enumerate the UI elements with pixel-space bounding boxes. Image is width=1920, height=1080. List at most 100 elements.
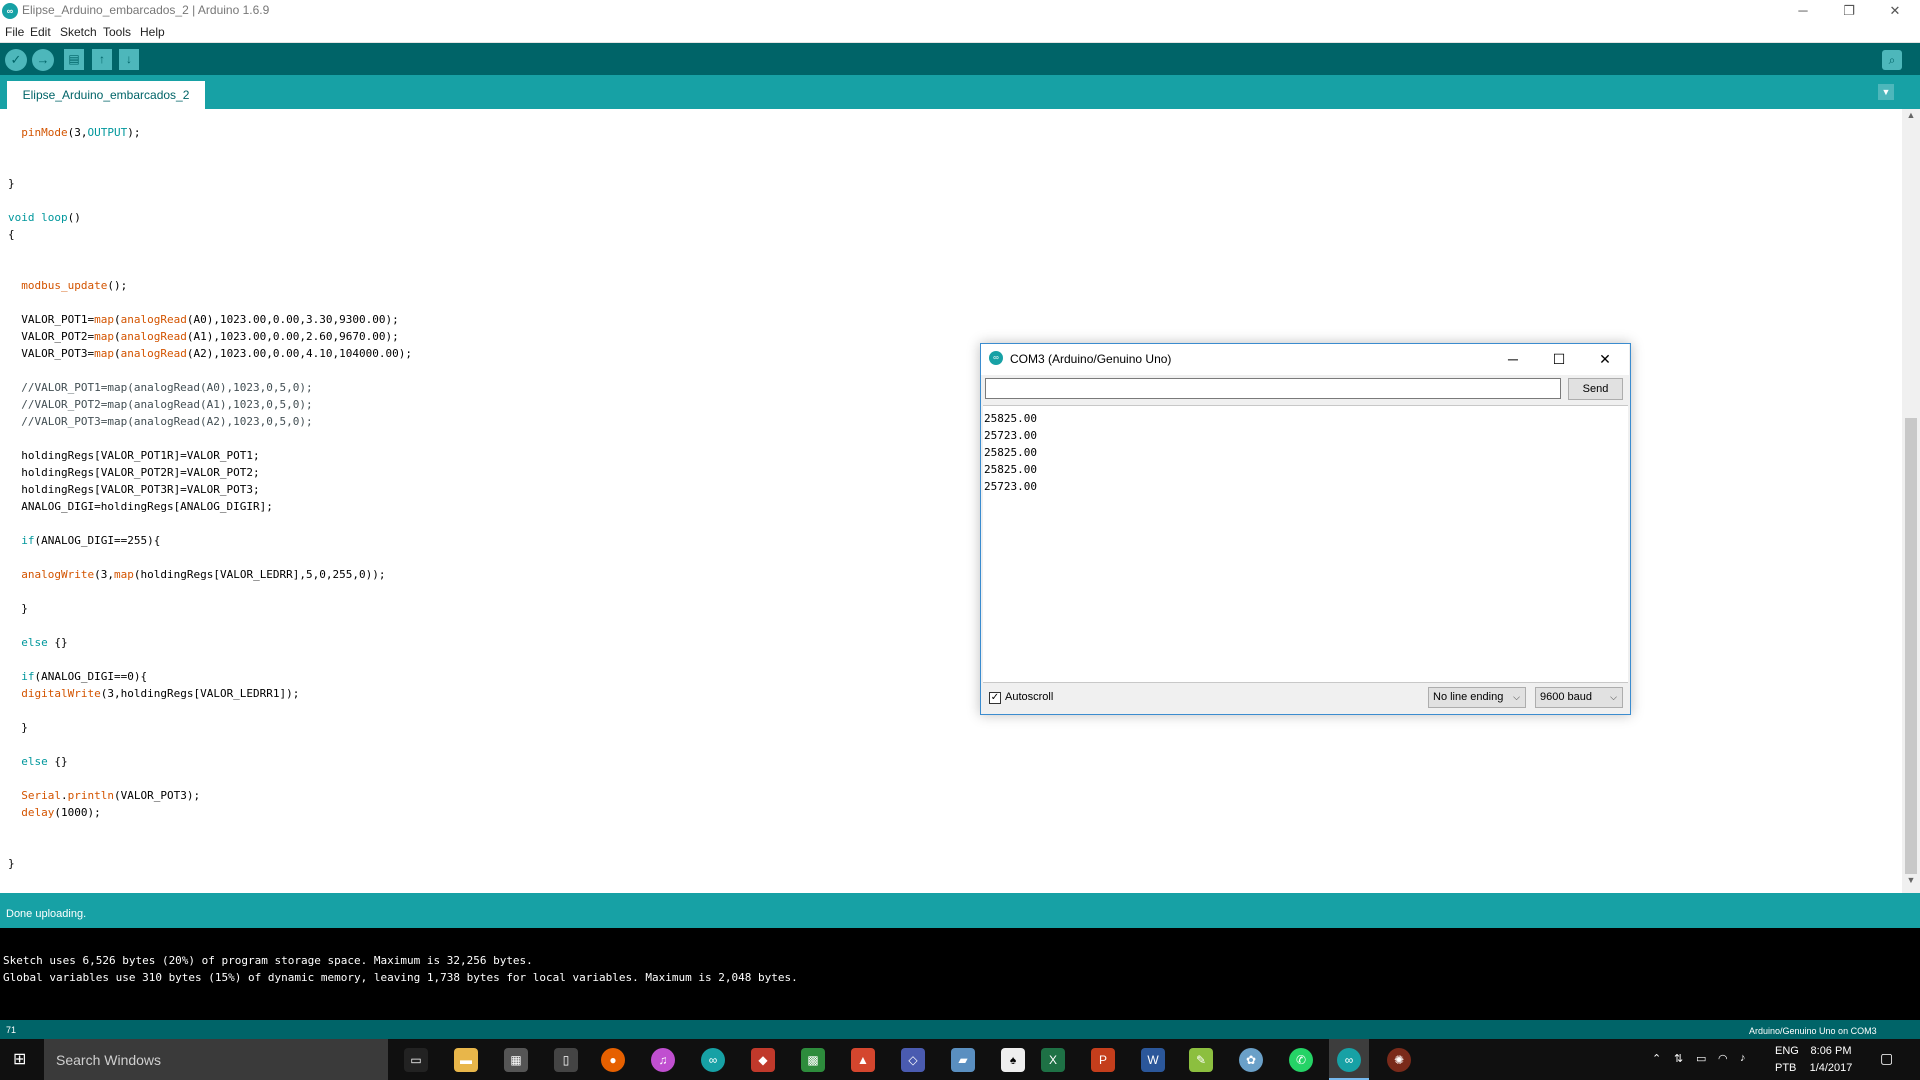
code-line[interactable]: else {} — [8, 636, 67, 649]
notification-center-icon[interactable]: ▢ — [1880, 1050, 1893, 1067]
upload-button[interactable]: → — [32, 49, 54, 71]
code-line[interactable]: if(ANALOG_DIGI==0){ — [8, 670, 147, 683]
excel-icon[interactable]: X — [1041, 1048, 1065, 1072]
firefox-icon[interactable]: ● — [601, 1048, 625, 1072]
serial-input[interactable] — [985, 378, 1561, 399]
sm-close-button[interactable]: ✕ — [1582, 344, 1628, 374]
window-title: Elipse_Arduino_embarcados_2 | Arduino 1.… — [22, 3, 270, 17]
menu-edit[interactable]: Edit — [30, 25, 51, 39]
window-titlebar — [0, 0, 1920, 22]
word-icon[interactable]: W — [1141, 1048, 1165, 1072]
battery-icon[interactable]: ▭ — [1696, 1052, 1706, 1065]
notepad-icon[interactable]: ✎ — [1189, 1048, 1213, 1072]
serial-output-area[interactable] — [983, 405, 1628, 683]
serial-monitor-button[interactable]: ⌕ — [1882, 50, 1902, 70]
code-line[interactable]: } — [8, 857, 15, 870]
whatsapp-icon[interactable]: ✆ — [1289, 1048, 1313, 1072]
tab-sketch[interactable]: Elipse_Arduino_embarcados_2 — [7, 81, 205, 109]
menu-file[interactable]: File — [5, 25, 24, 39]
open-button[interactable]: ↑ — [92, 49, 112, 70]
code-line[interactable]: //VALOR_POT1=map(analogRead(A0),1023,0,5… — [8, 381, 312, 394]
code-line[interactable]: else {} — [8, 755, 67, 768]
powerpoint-icon[interactable]: P — [1091, 1048, 1115, 1072]
triangle-down-icon: ▼ — [1881, 87, 1891, 97]
code-line[interactable]: ANALOG_DIGI=holdingRegs[ANALOG_DIGIR]; — [8, 500, 273, 513]
code-line[interactable]: analogWrite(3,map(holdingRegs[VALOR_LEDR… — [8, 568, 385, 581]
calculator-icon[interactable]: ▦ — [504, 1048, 528, 1072]
menu-tools[interactable]: Tools — [103, 25, 131, 39]
code-line[interactable]: VALOR_POT3=map(analogRead(A2),1023.00,0.… — [8, 347, 412, 360]
autoscroll-checkbox[interactable]: ✓ — [989, 692, 1001, 704]
code-line[interactable]: } — [8, 177, 15, 190]
tray-network-icon[interactable]: ⇅ — [1674, 1052, 1683, 1065]
board-port-status: Arduino/Genuino Uno on COM3 — [1749, 1026, 1877, 1036]
wifi-icon[interactable]: ◠ — [1718, 1052, 1728, 1065]
phone-icon[interactable]: ▯ — [554, 1048, 578, 1072]
checkmark-icon: ✓ — [990, 692, 1000, 703]
minimize-button[interactable]: ─ — [1780, 0, 1826, 22]
sm-minimize-button[interactable]: ─ — [1490, 344, 1536, 374]
code-line[interactable]: modbus_update(); — [8, 279, 127, 292]
scroll-down-icon[interactable]: ▼ — [1902, 875, 1920, 891]
tray-chevron-up-icon[interactable]: ⌃ — [1652, 1052, 1661, 1065]
code-line[interactable]: delay(1000); — [8, 806, 100, 819]
sm-maximize-button[interactable]: ☐ — [1536, 344, 1582, 374]
language-indicator[interactable]: ENG — [1775, 1045, 1799, 1057]
itunes-icon[interactable]: ♫ — [651, 1048, 675, 1072]
code-line[interactable]: void loop() — [8, 211, 81, 224]
colorful-grid-icon[interactable]: ▩ — [801, 1048, 825, 1072]
menu-help[interactable]: Help — [140, 25, 165, 39]
arduino-icon[interactable]: ∞ — [701, 1048, 725, 1072]
code-line[interactable]: } — [8, 721, 28, 734]
code-line[interactable]: VALOR_POT1=map(analogRead(A0),1023.00,0.… — [8, 313, 399, 326]
line-ending-select[interactable]: No line ending ⌵ — [1428, 687, 1526, 708]
serial-output-line: 25723.00 — [984, 480, 1037, 493]
code-text[interactable]: pinMode(3,OUTPUT); } void loop() { modbu… — [8, 124, 412, 872]
baud-value: 9600 baud — [1540, 691, 1592, 703]
notes-icon[interactable]: ▰ — [951, 1048, 975, 1072]
new-button[interactable]: ▤ — [64, 49, 84, 70]
arrow-right-icon: → — [36, 52, 50, 67]
task-view-icon[interactable]: ▭ — [404, 1048, 428, 1072]
verify-button[interactable]: ✓ — [5, 49, 27, 71]
solitaire-icon[interactable]: ♠ — [1001, 1048, 1025, 1072]
serial-output-line: 25825.00 — [984, 463, 1037, 476]
baud-select[interactable]: 9600 baud ⌵ — [1535, 687, 1623, 708]
code-line[interactable]: holdingRegs[VALOR_POT3R]=VALOR_POT3; — [8, 483, 259, 496]
app-red-icon[interactable]: ◆ — [751, 1048, 775, 1072]
code-line[interactable]: { — [8, 228, 15, 241]
elipse-icon[interactable]: ✺ — [1387, 1048, 1411, 1072]
windows-start-icon[interactable]: ⊞ — [13, 1052, 33, 1068]
code-line[interactable]: digitalWrite(3,holdingRegs[VALOR_LEDRR1]… — [8, 687, 299, 700]
arduino-icon[interactable]: ∞ — [1337, 1048, 1361, 1072]
code-line[interactable]: pinMode(3,OUTPUT); — [8, 126, 140, 139]
code-line[interactable]: VALOR_POT2=map(analogRead(A1),1023.00,0.… — [8, 330, 399, 343]
code-line[interactable]: //VALOR_POT3=map(analogRead(A2),1023,0,5… — [8, 415, 312, 428]
keyboard-layout-indicator[interactable]: PTB — [1775, 1062, 1796, 1074]
code-line[interactable]: if(ANALOG_DIGI==255){ — [8, 534, 160, 547]
clock-time[interactable]: 8:06 PM — [1805, 1045, 1857, 1057]
code-line[interactable]: Serial.println(VALOR_POT3); — [8, 789, 200, 802]
close-button[interactable]: ✕ — [1872, 0, 1918, 22]
restore-button[interactable]: ❐ — [1826, 0, 1872, 22]
tab-menu-button[interactable]: ▼ — [1878, 84, 1894, 100]
clock-date[interactable]: 1/4/2017 — [1805, 1062, 1857, 1074]
matlab-icon[interactable]: ▲ — [851, 1048, 875, 1072]
code-line[interactable]: } — [8, 602, 28, 615]
editor-scrollbar-thumb[interactable] — [1905, 418, 1917, 874]
file-explorer-icon[interactable]: ▬ — [454, 1048, 478, 1072]
visual-studio-icon[interactable]: ◇ — [901, 1048, 925, 1072]
arrow-down-icon: ↓ — [126, 52, 132, 66]
code-line[interactable]: //VALOR_POT2=map(analogRead(A1),1023,0,5… — [8, 398, 312, 411]
scroll-up-icon[interactable]: ▲ — [1902, 110, 1920, 126]
paint-icon[interactable]: ✿ — [1239, 1048, 1263, 1072]
save-button[interactable]: ↓ — [119, 49, 139, 70]
code-line[interactable]: holdingRegs[VALOR_POT2R]=VALOR_POT2; — [8, 466, 259, 479]
send-button[interactable]: Send — [1568, 378, 1623, 400]
console-line: Sketch uses 6,526 bytes (20%) of program… — [3, 954, 533, 967]
status-bar — [0, 893, 1920, 928]
volume-icon[interactable]: ♪ — [1740, 1052, 1746, 1064]
status-message: Done uploading. — [6, 908, 87, 920]
code-line[interactable]: holdingRegs[VALOR_POT1R]=VALOR_POT1; — [8, 449, 259, 462]
menu-sketch[interactable]: Sketch — [60, 25, 97, 39]
